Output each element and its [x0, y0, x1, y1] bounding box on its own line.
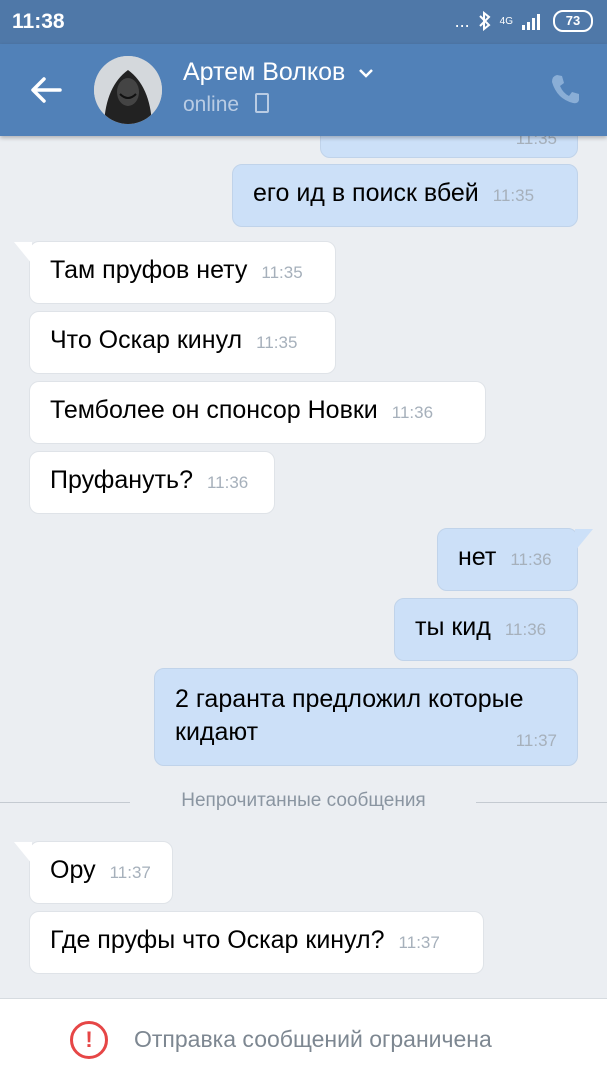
message-text: 2 гаранта предложил которые кидают: [175, 685, 524, 746]
chat-header: Артем Волков online: [0, 44, 607, 136]
message-bubble-in[interactable]: Что Оскар кинул 11:35: [29, 311, 336, 374]
message-bubble-in[interactable]: Пруфануть? 11:36: [29, 451, 275, 514]
message-bubble-out[interactable]: ты кид 11:36: [394, 598, 578, 661]
chevron-down-icon[interactable]: [358, 68, 374, 79]
message-time: 11:36: [504, 620, 547, 639]
message-bubble-out[interactable]: нет 11:36: [437, 528, 593, 591]
avatar[interactable]: [94, 56, 162, 124]
message-bubble-in[interactable]: Там пруфов нету 11:35: [14, 241, 336, 304]
clock: 11:38: [12, 10, 65, 33]
message-bubble-in[interactable]: Где пруфы что Оскар кинул? 11:37: [29, 911, 484, 974]
message-text: Ору: [50, 856, 96, 884]
message-time: 11:35: [261, 263, 303, 282]
contact-name-text[interactable]: Артем Волков: [183, 58, 345, 86]
status-bar: 11:38 ... 4G 73: [0, 0, 607, 44]
message-text: Пруфануть?: [50, 466, 193, 494]
message-text: Там пруфов нету: [50, 256, 248, 284]
message-bubble-in[interactable]: Ору 11:37: [14, 841, 173, 904]
messaging-restricted-bar: ! Отправка сообщений ограничена: [0, 998, 607, 1081]
message-text: Темболее он спонсор Новки: [50, 396, 378, 424]
message-time: 11:37: [515, 731, 557, 750]
message-bubble-out[interactable]: его ид в поиск вбей 11:35: [232, 164, 578, 227]
unread-divider: Непрочитанные сообщения: [0, 788, 607, 818]
message-text: нет: [458, 543, 497, 571]
contact-name[interactable]: Артем Волков: [183, 58, 374, 87]
message-time: 11:35: [256, 333, 298, 352]
message-bubble-out[interactable]: 11:35: [320, 136, 578, 158]
message-time: 11:37: [398, 933, 440, 952]
bluetooth-icon: [478, 11, 491, 31]
status-icons: ... 4G 73: [455, 10, 593, 32]
message-time: 11:35: [515, 136, 557, 148]
message-text: Что Оскар кинул: [50, 326, 243, 354]
message-time: 11:35: [492, 186, 535, 205]
mobile-device-icon: [254, 93, 269, 113]
divider-label: Непрочитанные сообщения: [181, 790, 426, 811]
restriction-notice: Отправка сообщений ограничена: [134, 1026, 492, 1052]
message-text: ты кид: [415, 613, 491, 641]
message-bubble-out[interactable]: 2 гаранта предложил которые кидают 11:37: [154, 668, 578, 766]
message-bubble-in[interactable]: Темболее он спонсор Новки 11:36: [29, 381, 486, 444]
presence-status: online: [183, 93, 269, 117]
battery-indicator: 73: [553, 10, 593, 32]
warning-icon: !: [70, 1021, 108, 1059]
presence-text: online: [183, 93, 240, 116]
signal-icon: [522, 14, 540, 30]
message-time: 11:37: [109, 863, 151, 882]
network-label: 4G: [499, 15, 513, 27]
more-dots: ...: [454, 10, 470, 31]
back-arrow-icon[interactable]: [28, 72, 64, 108]
message-text: Где пруфы что Оскар кинул?: [50, 926, 385, 954]
message-time: 11:36: [510, 550, 552, 569]
message-time: 11:36: [391, 403, 434, 422]
message-time: 11:36: [206, 473, 249, 492]
message-list[interactable]: 11:35 его ид в поиск вбей 11:35 Там пруфо…: [0, 136, 607, 998]
divider-line: [476, 802, 607, 803]
phone-call-icon[interactable]: [549, 72, 581, 106]
message-text: его ид в поиск вбей: [253, 179, 479, 207]
